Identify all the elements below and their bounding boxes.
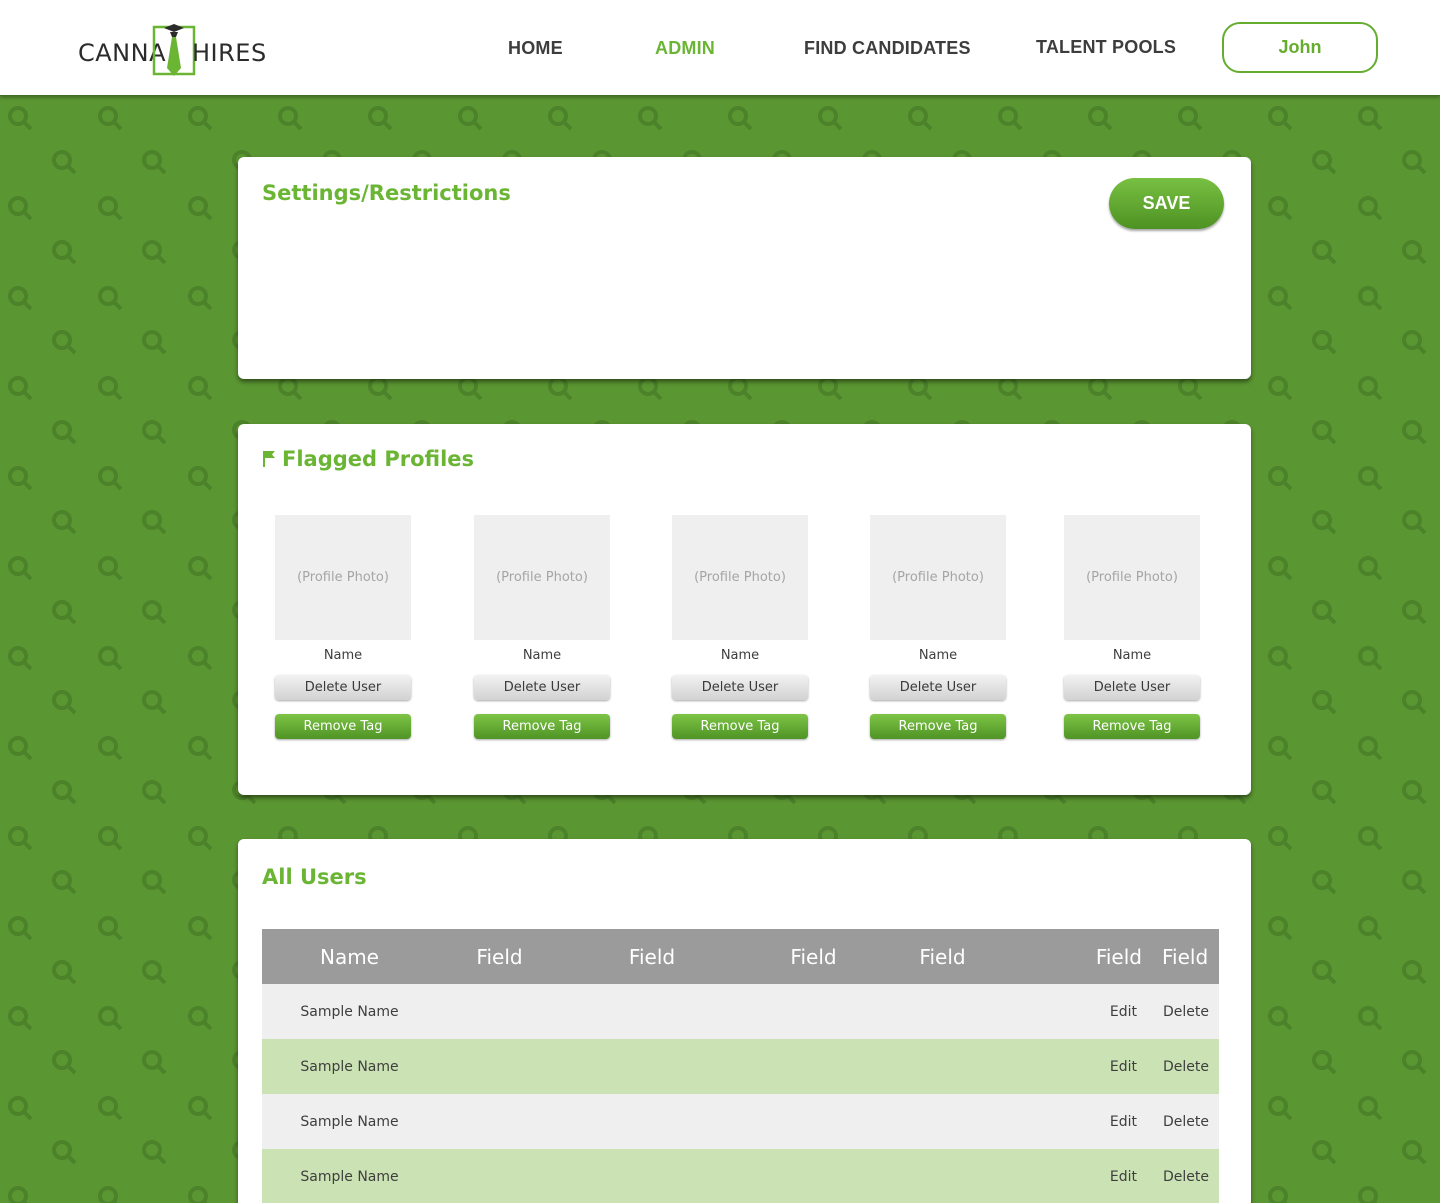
delete-user-link[interactable]: Delete (1157, 1094, 1219, 1149)
profile-photo-placeholder: (Profile Photo) (1064, 515, 1200, 640)
profile-photo-label: (Profile Photo) (1086, 570, 1178, 585)
delete-user-button[interactable]: Delete User (474, 675, 610, 700)
flagged-profiles-card: Flagged Profiles (Profile Photo) Name De… (238, 424, 1251, 795)
profile-name: Name (522, 648, 562, 663)
flagged-profile-card: (Profile Photo) Name Delete User Remove … (672, 515, 808, 739)
table-row: Sample Name Edit Delete (262, 984, 1219, 1039)
remove-tag-button[interactable]: Remove Tag (275, 714, 411, 739)
edit-user-link[interactable]: Edit (1000, 1149, 1157, 1203)
profile-photo-placeholder: (Profile Photo) (870, 515, 1006, 640)
users-table: Name Field Field Field Field Field Field… (262, 929, 1219, 1203)
flag-icon (263, 451, 275, 467)
nav-admin[interactable]: ADMIN (655, 38, 715, 59)
delete-user-link[interactable]: Delete (1157, 1039, 1219, 1094)
flagged-profiles-title: Flagged Profiles (282, 447, 475, 471)
edit-user-link[interactable]: Edit (1000, 1039, 1157, 1094)
user-name-cell: Sample Name (262, 1094, 437, 1149)
delete-user-button[interactable]: Delete User (672, 675, 808, 700)
table-row: Sample Name Edit Delete (262, 1094, 1219, 1149)
profile-photo-label: (Profile Photo) (694, 570, 786, 585)
delete-user-button[interactable]: Delete User (275, 675, 411, 700)
profile-name: Name (1112, 648, 1152, 663)
flagged-profile-card: (Profile Photo) Name Delete User Remove … (474, 515, 610, 739)
user-name-cell: Sample Name (262, 1039, 437, 1094)
top-navigation-bar: CANNA HIRES HOME ADMIN FIND CANDIDATES T… (0, 0, 1440, 96)
table-row: Sample Name Edit Delete (262, 1039, 1219, 1094)
profile-photo-placeholder: (Profile Photo) (275, 515, 411, 640)
cannahires-logo[interactable]: CANNA HIRES (78, 24, 268, 78)
delete-user-link[interactable]: Delete (1157, 984, 1219, 1039)
profile-photo-label: (Profile Photo) (496, 570, 588, 585)
column-header-name[interactable]: Name (262, 929, 437, 984)
remove-tag-button[interactable]: Remove Tag (474, 714, 610, 739)
user-name-cell: Sample Name (262, 984, 437, 1039)
table-row: Sample Name Edit Delete (262, 1149, 1219, 1203)
nav-home[interactable]: HOME (508, 38, 563, 59)
logo-text-hires: HIRES (192, 39, 267, 67)
column-header-field[interactable]: Field (742, 929, 885, 984)
all-users-title: All Users (262, 865, 367, 889)
remove-tag-button[interactable]: Remove Tag (1064, 714, 1200, 739)
profile-photo-placeholder: (Profile Photo) (672, 515, 808, 640)
flagged-profile-card: (Profile Photo) Name Delete User Remove … (1064, 515, 1200, 739)
column-header-field[interactable]: Field (1157, 929, 1219, 984)
user-name-cell: Sample Name (262, 1149, 437, 1203)
all-users-card: All Users Name Field Field Field Field F… (238, 839, 1251, 1203)
delete-user-link[interactable]: Delete (1157, 1149, 1219, 1203)
save-button[interactable]: SAVE (1109, 178, 1224, 229)
nav-talent-pools[interactable]: TALENT POOLS (1036, 37, 1176, 58)
column-header-field[interactable]: Field (1000, 929, 1157, 984)
profile-photo-label: (Profile Photo) (297, 570, 389, 585)
user-account-button[interactable]: John (1222, 22, 1378, 73)
column-header-field[interactable]: Field (885, 929, 1000, 984)
settings-restrictions-card: Settings/Restrictions SAVE (238, 157, 1251, 379)
profile-photo-placeholder: (Profile Photo) (474, 515, 610, 640)
profile-name: Name (323, 648, 363, 663)
settings-title: Settings/Restrictions (262, 181, 511, 205)
column-header-field[interactable]: Field (437, 929, 562, 984)
edit-user-link[interactable]: Edit (1000, 984, 1157, 1039)
flagged-profile-card: (Profile Photo) Name Delete User Remove … (870, 515, 1006, 739)
table-header-row: Name Field Field Field Field Field Field (262, 929, 1219, 984)
flagged-profile-card: (Profile Photo) Name Delete User Remove … (275, 515, 411, 739)
profile-name: Name (720, 648, 760, 663)
edit-user-link[interactable]: Edit (1000, 1094, 1157, 1149)
delete-user-button[interactable]: Delete User (1064, 675, 1200, 700)
remove-tag-button[interactable]: Remove Tag (870, 714, 1006, 739)
delete-user-button[interactable]: Delete User (870, 675, 1006, 700)
nav-find-candidates[interactable]: FIND CANDIDATES (804, 38, 971, 59)
profile-name: Name (918, 648, 958, 663)
column-header-field[interactable]: Field (562, 929, 742, 984)
remove-tag-button[interactable]: Remove Tag (672, 714, 808, 739)
profile-photo-label: (Profile Photo) (892, 570, 984, 585)
